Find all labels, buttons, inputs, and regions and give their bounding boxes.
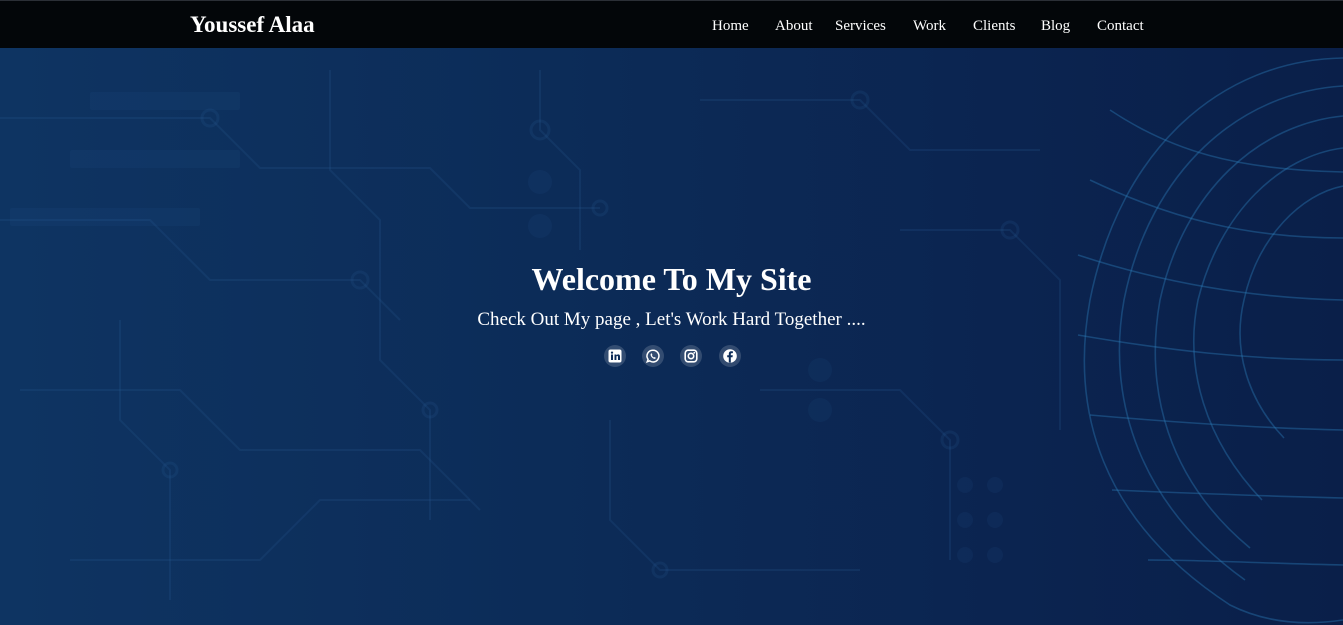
instagram-icon xyxy=(684,349,698,363)
nav-link-services[interactable]: Services xyxy=(835,16,886,36)
hero-section: Welcome To My Site Check Out My page , L… xyxy=(0,252,1343,334)
nav-link-home[interactable]: Home xyxy=(712,16,749,36)
linkedin-icon xyxy=(608,349,622,363)
hero-subtitle: Check Out My page , Let's Work Hard Toge… xyxy=(477,309,866,330)
social-links xyxy=(0,345,1343,369)
nav-link-about[interactable]: About xyxy=(775,16,813,36)
facebook-link[interactable] xyxy=(719,345,741,367)
nav-link-blog[interactable]: Blog xyxy=(1041,16,1070,36)
instagram-link[interactable] xyxy=(680,345,702,367)
whatsapp-link[interactable] xyxy=(642,345,664,367)
nav-link-contact[interactable]: Contact xyxy=(1097,16,1144,36)
linkedin-link[interactable] xyxy=(604,345,626,367)
main-navigation: Home About Services Work Clients Blog Co… xyxy=(0,16,1343,36)
whatsapp-icon xyxy=(645,349,660,364)
facebook-icon xyxy=(723,349,737,363)
hero-title: Welcome To My Site xyxy=(531,261,812,297)
nav-link-clients[interactable]: Clients xyxy=(973,16,1016,36)
top-navbar: Youssef Alaa Home About Services Work Cl… xyxy=(0,0,1343,48)
page: Youssef Alaa Home About Services Work Cl… xyxy=(0,0,1343,625)
nav-link-work[interactable]: Work xyxy=(913,16,946,36)
